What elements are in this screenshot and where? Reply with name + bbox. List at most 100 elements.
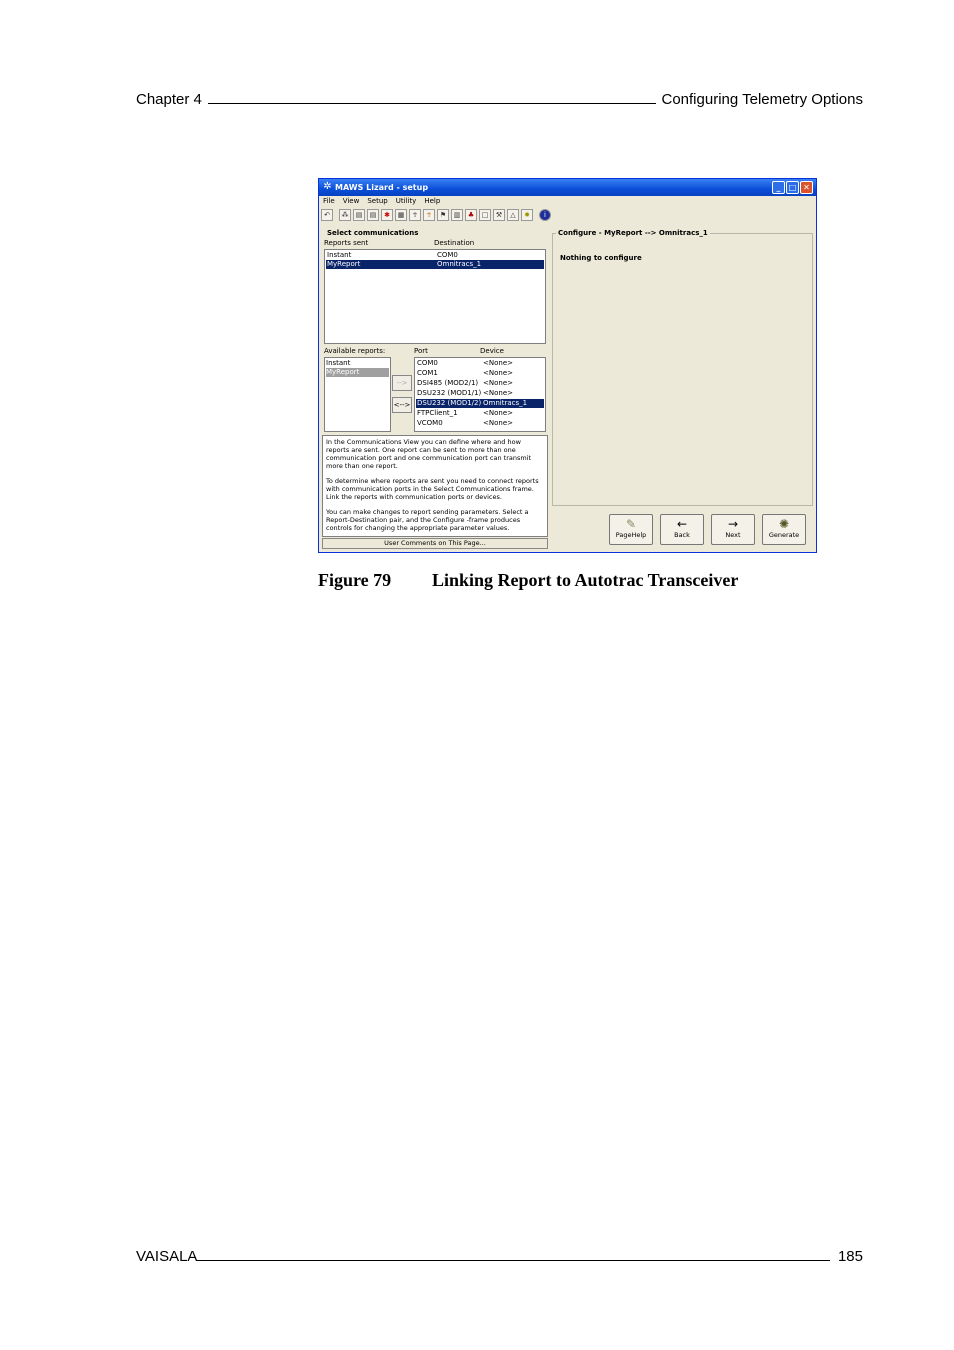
destination-name: COM0 xyxy=(437,251,458,259)
port-name: COM0 xyxy=(417,359,438,367)
configure-message: Nothing to configure xyxy=(560,254,642,262)
people-icon[interactable]: ♣ xyxy=(465,209,477,221)
reports-sent-header: Reports sent xyxy=(324,239,369,247)
table-row[interactable]: DSU232 (MOD1/1) <None> xyxy=(416,389,544,398)
pagehelp-button[interactable]: ✎ PageHelp xyxy=(609,514,653,545)
menu-file[interactable]: File xyxy=(323,197,335,207)
next-button[interactable]: → Next xyxy=(711,514,755,545)
table-row[interactable]: MyReport Omnitracs_1 xyxy=(326,260,544,269)
person-icon[interactable]: ☥ xyxy=(409,209,421,221)
menu-view[interactable]: View xyxy=(343,197,360,207)
info-icon[interactable]: i xyxy=(539,209,551,221)
destination-header: Destination xyxy=(434,239,475,247)
device-header: Device xyxy=(480,347,504,355)
link-button[interactable]: --> xyxy=(392,375,412,391)
device-name: <None> xyxy=(483,379,513,387)
port-name: DSI485 (MOD2/1) xyxy=(417,379,479,387)
configure-title: Configure - MyReport --> Omnitracs_1 xyxy=(556,229,710,237)
generate-label: Generate xyxy=(768,531,800,539)
dev-icon[interactable]: ▤ xyxy=(353,209,365,221)
table-row[interactable]: COM1 <None> xyxy=(416,369,544,378)
port-name: DSU232 (MOD1/2) xyxy=(417,399,482,407)
bell-icon[interactable]: △ xyxy=(507,209,519,221)
device-name: Omnitracs_1 xyxy=(483,399,528,407)
section-title: Configuring Telemetry Options xyxy=(661,91,864,108)
table-row[interactable]: FTPClient_1 <None> xyxy=(416,409,544,418)
configure-frame xyxy=(552,233,813,506)
color-icon[interactable]: ✱ xyxy=(381,209,393,221)
window-titlebar: ✲ MAWS Lizard - setup _ □ ✕ xyxy=(319,179,816,196)
toolbar: ↶ ⁂ ▤ ▤ ✱ ▦ ☥ ☥ ⚑ ▥ ♣ □ ⚒ △ ✹ i xyxy=(321,209,551,223)
page-icon[interactable]: □ xyxy=(479,209,491,221)
menu-help[interactable]: Help xyxy=(424,197,440,207)
help-icon: ✎ xyxy=(625,517,637,531)
menu-utility[interactable]: Utility xyxy=(396,197,417,207)
port-name: FTPClient_1 xyxy=(417,409,458,417)
page-header: Chapter 4 Configuring Telemetry Options xyxy=(136,86,863,108)
back-button[interactable]: ← Back xyxy=(660,514,704,545)
maws-lizard-window: ✲ MAWS Lizard - setup _ □ ✕ File View Se… xyxy=(318,178,817,553)
help-paragraph: To determine where reports are sent you … xyxy=(326,477,539,501)
device-name: <None> xyxy=(483,359,513,367)
report-name: MyReport xyxy=(327,260,361,268)
user-comments-button[interactable]: User Comments on This Page... xyxy=(322,538,548,549)
grid-icon[interactable]: ▥ xyxy=(451,209,463,221)
pagehelp-label: PageHelp xyxy=(615,531,647,539)
footer-rule xyxy=(197,1260,830,1261)
app-icon: ✲ xyxy=(323,181,332,192)
available-reports-list[interactable]: Instant MyReport xyxy=(324,357,391,432)
destination-name: Omnitracs_1 xyxy=(437,260,482,268)
menu-setup[interactable]: Setup xyxy=(367,197,387,207)
list-item[interactable]: Instant xyxy=(326,359,389,368)
header-rule xyxy=(207,103,656,104)
next-label: Next xyxy=(725,531,741,539)
figure-title: Linking Report to Autotrac Transceiver xyxy=(432,570,739,590)
device-name: <None> xyxy=(483,389,513,397)
report-name: Instant xyxy=(327,251,352,259)
footer-company: VAISALA xyxy=(136,1248,198,1265)
figure-number: Figure 79 xyxy=(318,570,392,590)
table-row[interactable]: Instant COM0 xyxy=(326,251,544,260)
table-row[interactable]: VCOM0 <None> xyxy=(416,419,544,428)
device-name: <None> xyxy=(483,409,513,417)
available-reports-label: Available reports: xyxy=(324,347,386,355)
back-label: Back xyxy=(674,531,690,539)
port-name: COM1 xyxy=(417,369,438,377)
minimize-button[interactable]: _ xyxy=(772,181,785,194)
list-item[interactable]: MyReport xyxy=(326,368,389,377)
unlink-button[interactable]: <--> xyxy=(392,397,412,413)
device-name: <None> xyxy=(483,369,513,377)
arrow-right-icon: → xyxy=(727,517,739,531)
wrench-icon[interactable]: ⚒ xyxy=(493,209,505,221)
table-row[interactable]: DSU232 (MOD1/2) Omnitracs_1 xyxy=(416,399,544,408)
figure-caption: Figure 79 Linking Report to Autotrac Tran… xyxy=(318,570,738,591)
maximize-button[interactable]: □ xyxy=(786,181,799,194)
select-communications-title: Select communications xyxy=(327,229,419,237)
table-row[interactable]: COM0 <None> xyxy=(416,359,544,368)
page-footer: VAISALA 185 xyxy=(136,1243,863,1265)
port-name: DSU232 (MOD1/1) xyxy=(417,389,482,397)
help-text-panel: In the Communications View you can defin… xyxy=(322,435,548,537)
dev-icon[interactable]: ▤ xyxy=(367,209,379,221)
port-header: Port xyxy=(414,347,428,355)
arrow-left-icon: ← xyxy=(676,517,688,531)
ports-list[interactable]: COM0 <None> COM1 <None> DSI485 (MOD2/1) … xyxy=(414,357,546,432)
page-number: 185 xyxy=(837,1248,863,1265)
save-icon[interactable]: ▦ xyxy=(395,209,407,221)
gear-icon[interactable]: ✹ xyxy=(521,209,533,221)
help-paragraph: You can make changes to report sending p… xyxy=(326,508,529,532)
table-row[interactable]: DSI485 (MOD2/1) <None> xyxy=(416,379,544,388)
help-paragraph: In the Communications View you can defin… xyxy=(326,438,532,470)
device-name: <None> xyxy=(483,419,513,427)
generate-button[interactable]: ✺ Generate xyxy=(762,514,806,545)
flag-icon[interactable]: ⚑ xyxy=(437,209,449,221)
person-icon[interactable]: ☥ xyxy=(423,209,435,221)
reports-sent-list[interactable]: Instant COM0 MyReport Omnitracs_1 xyxy=(324,249,546,344)
generate-icon: ✺ xyxy=(778,517,790,531)
network-icon[interactable]: ⁂ xyxy=(339,209,351,221)
window-title: MAWS Lizard - setup xyxy=(335,183,429,192)
close-button[interactable]: ✕ xyxy=(800,181,813,194)
undo-icon[interactable]: ↶ xyxy=(321,209,333,221)
chapter-label: Chapter 4 xyxy=(136,91,202,108)
port-name: VCOM0 xyxy=(417,419,443,427)
